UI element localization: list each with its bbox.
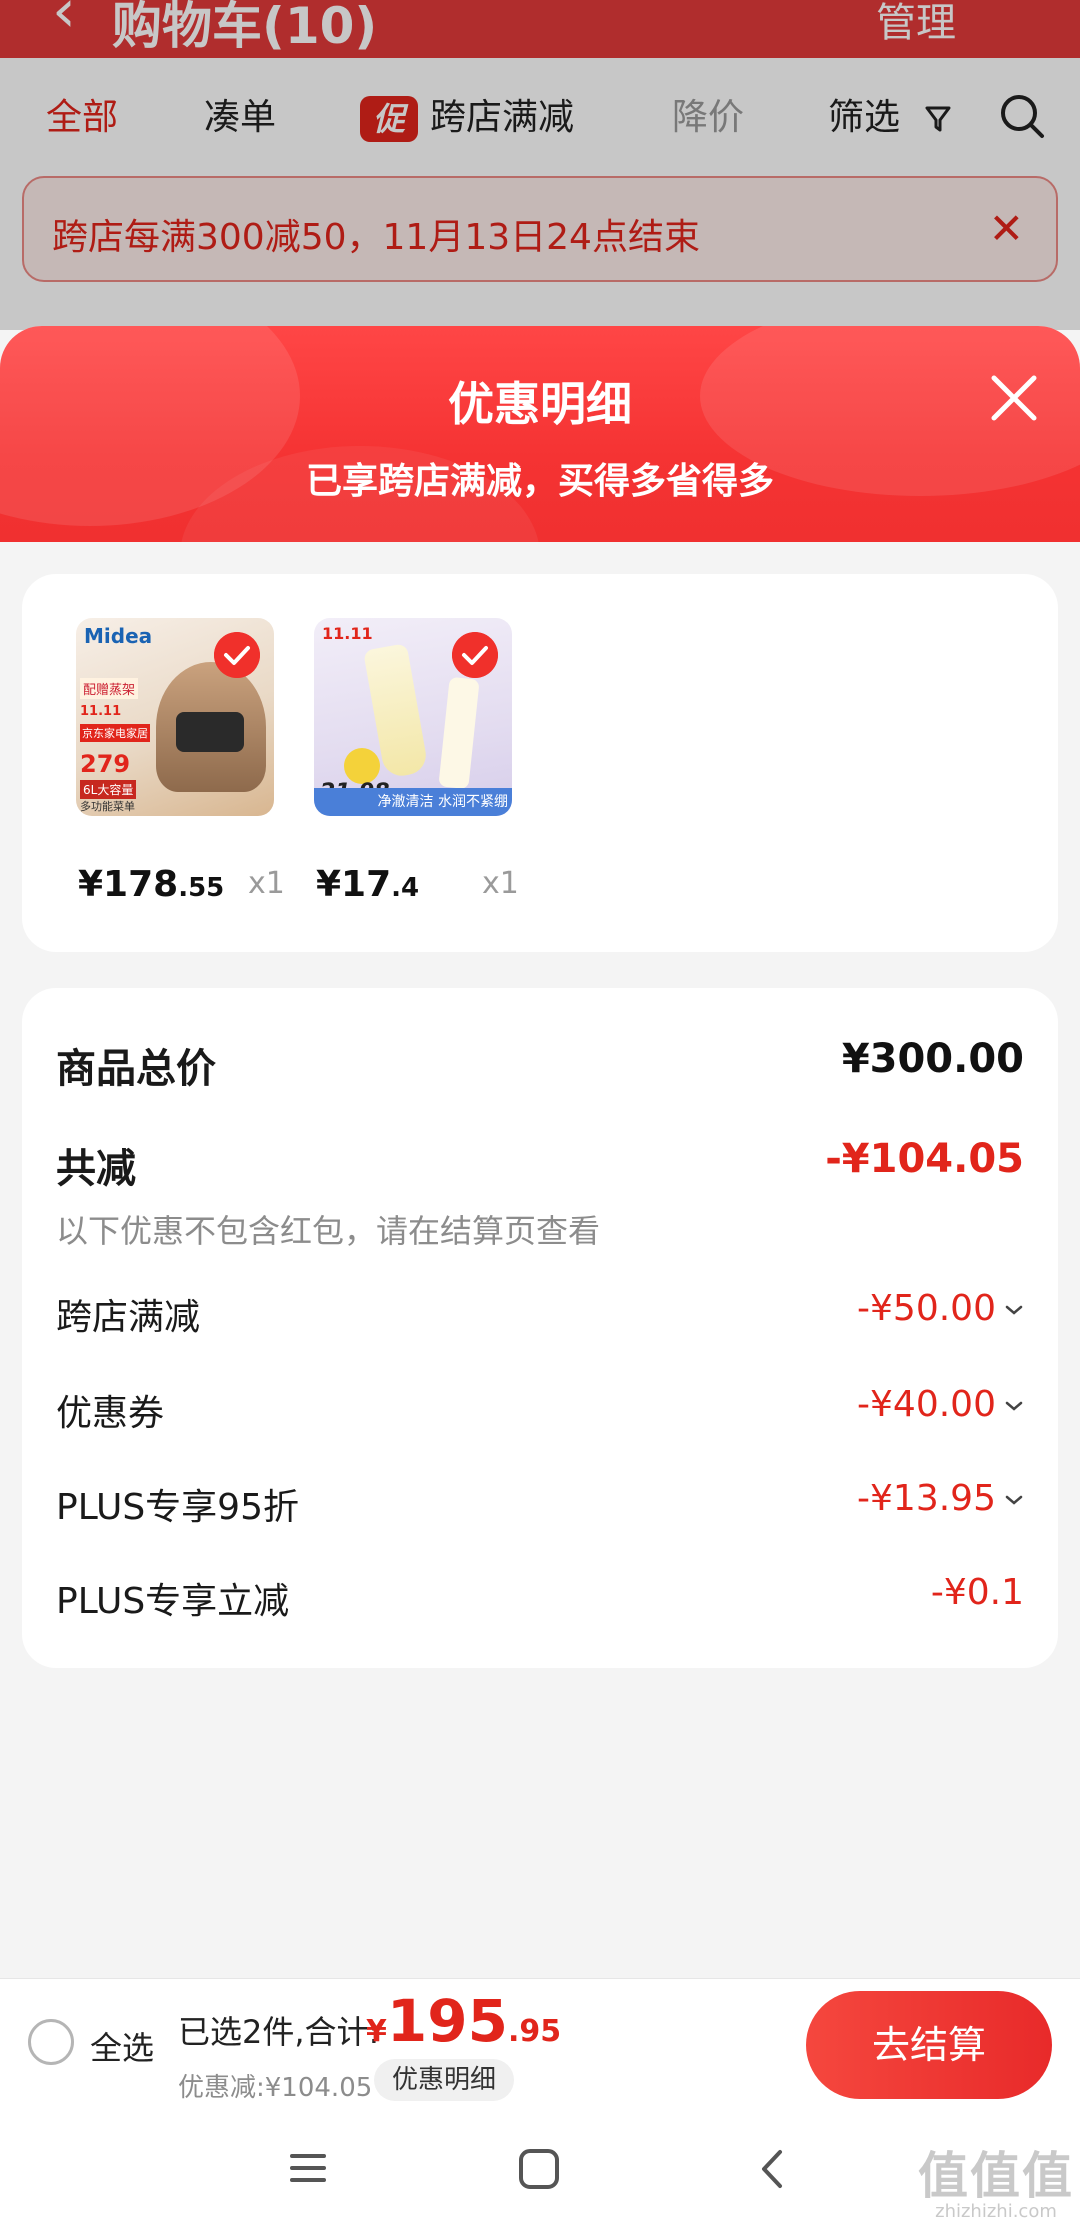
sheet-header: 优惠明细 已享跨店满减，买得多省得多 (0, 326, 1080, 542)
total-integer: 195 (386, 1987, 508, 2055)
product-price: ¥178.55 (78, 864, 224, 905)
chevron-down-icon (1005, 1305, 1023, 1315)
discount-row-coupon[interactable]: -¥40.00 (857, 1384, 1024, 1425)
img-tag-1111: 11.11 (80, 704, 122, 719)
price-integer: ¥178 (78, 864, 179, 905)
img-slogan: 净澈清洁 水润不紧绷 (314, 788, 512, 816)
discount-detail-sheet: 优惠明细 已享跨店满减，买得多省得多 Midea 配赠蒸架 11.11 京东家电… (0, 326, 1080, 1978)
watermark-logo: 值值值 zhizhizhi.com (918, 2150, 1074, 2222)
img-tag-capacity: 6L大容量 (80, 780, 137, 799)
product-image-cleanser[interactable]: 11.11 21.98 净澈清洁 水润不紧绷 (314, 618, 512, 816)
overlay-dim[interactable] (0, 0, 1080, 330)
discount-label-cross-store: 跨店满减 (56, 1297, 201, 1338)
close-icon[interactable] (986, 370, 1042, 426)
price-integer: ¥17 (316, 864, 392, 905)
total-currency: ¥ (366, 2014, 387, 2049)
img-tag-gift: 配赠蒸架 (80, 678, 139, 699)
total-label: 商品总价 (56, 1046, 216, 1092)
select-all-label[interactable]: 全选 (90, 2023, 154, 2069)
discount-label-plus-95: PLUS专享95折 (56, 1487, 299, 1528)
chevron-down-icon (1005, 1401, 1023, 1411)
reduce-label: 共减 (56, 1146, 136, 1192)
lemon-picture (344, 748, 380, 784)
menu-icon[interactable] (286, 2146, 330, 2190)
reduce-value: -¥104.05 (825, 1136, 1024, 1182)
home-icon[interactable] (516, 2146, 562, 2192)
discount-note: 以下优惠不包含红包，请在结算页查看 (56, 1212, 601, 1250)
discount-label-coupon: 优惠券 (56, 1393, 165, 1434)
selected-count: 已选2件,合计: (178, 2013, 380, 2051)
product-image-rice-cooker[interactable]: Midea 配赠蒸架 11.11 京东家电家居 279 6L大容量 多功能菜单 (76, 618, 274, 816)
img-tag-jd: 京东家电家居 (80, 724, 150, 742)
price-decimal: .55 (178, 873, 225, 903)
sheet-title: 优惠明细 (448, 377, 632, 431)
back-icon[interactable] (752, 2146, 792, 2192)
discount-value: -¥50.00 (857, 1288, 996, 1329)
selected-check-icon[interactable] (214, 632, 260, 678)
selected-check-icon[interactable] (452, 632, 498, 678)
chevron-down-icon (1005, 1495, 1023, 1505)
discount-row-cross-store[interactable]: -¥50.00 (857, 1288, 1024, 1329)
total-decimal: .95 (507, 2014, 562, 2049)
cart-page-background: ‹ 购物车(10) 管理 全部 凑单 促跨店满减 降价 筛选 跨店每满300减5… (0, 0, 1080, 330)
saved-amount: 优惠减:¥104.05 (178, 2073, 373, 2103)
discount-value-plus-instant: -¥0.1 (930, 1572, 1024, 1613)
discount-value: -¥13.95 (857, 1478, 996, 1519)
img-tag-menu: 多功能菜单 (80, 800, 135, 813)
total-price: ¥195.95 (366, 1987, 561, 2055)
brand-logo: Midea (84, 624, 153, 648)
price-decimal: .4 (391, 873, 420, 903)
sheet-subtitle: 已享跨店满减，买得多省得多 (305, 461, 774, 502)
products-card: Midea 配赠蒸架 11.11 京东家电家居 279 6L大容量 多功能菜单 … (22, 574, 1058, 952)
total-value: ¥300.00 (841, 1036, 1024, 1082)
checkout-button[interactable]: 去结算 (806, 1991, 1052, 2099)
product-quantity: x1 (482, 866, 519, 901)
checkout-bar: 全选 已选2件,合计: ¥195.95 优惠减:¥104.05 优惠明细 去结算 (0, 1978, 1080, 2113)
watermark-url: zhizhizhi.com (935, 2201, 1057, 2222)
img-tag-1111: 11.11 (322, 624, 373, 643)
product-price: ¥17.4 (316, 864, 419, 905)
img-price: 279 (80, 750, 131, 778)
watermark-text: 值值值 (918, 2147, 1074, 2205)
discount-row-plus-95[interactable]: -¥13.95 (857, 1478, 1024, 1519)
rice-cooker-picture (156, 662, 266, 792)
select-all-radio[interactable] (28, 2019, 74, 2065)
product-quantity: x1 (248, 866, 285, 901)
discount-label-plus-instant: PLUS专享立减 (56, 1581, 290, 1622)
small-tube-picture (438, 676, 480, 790)
discount-value: -¥40.00 (857, 1384, 996, 1425)
discount-detail-button[interactable]: 优惠明细 (374, 2059, 515, 2101)
price-summary-card: 商品总价 ¥300.00 共减 -¥104.05 以下优惠不包含红包，请在结算页… (22, 988, 1058, 1668)
